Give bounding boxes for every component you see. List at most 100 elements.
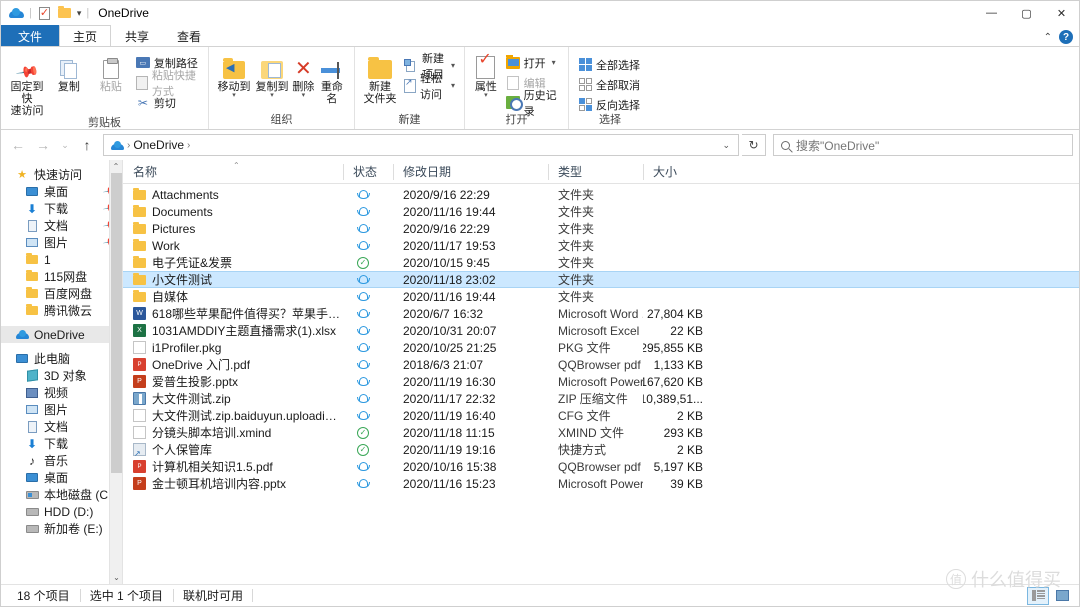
column-header-date[interactable]: 修改日期	[393, 160, 548, 184]
recent-locations-button[interactable]: ⌄	[57, 134, 73, 156]
new-item-caret-icon[interactable]: ▾	[451, 61, 455, 70]
table-row[interactable]: Documents 2020/11/16 19:44 文件夹	[123, 203, 1079, 220]
sidebar-item-baidu-netdisk[interactable]: 百度网盘	[1, 285, 122, 302]
invert-selection-button[interactable]: 反向选择	[575, 96, 643, 113]
new-folder-button[interactable]: 新建 文件夹	[361, 51, 399, 105]
table-row[interactable]: 分镜头脚本培训.xmind ✓ 2020/11/18 11:15 XMIND 文…	[123, 424, 1079, 441]
file-type-cell: Microsoft Power...	[558, 374, 643, 389]
easy-access-caret-icon[interactable]: ▾	[451, 81, 455, 90]
breadcrumb-separator-2[interactable]: ›	[187, 140, 190, 151]
up-button[interactable]: ↑	[76, 134, 98, 156]
history-button[interactable]: 历史记录	[503, 90, 562, 118]
delete-button[interactable]: ✕ 删除 ▾	[291, 51, 316, 99]
file-name-cell: Attachments	[123, 186, 343, 203]
minimize-button[interactable]: —	[974, 1, 1009, 25]
file-size-cell: 27,804 KB	[646, 306, 703, 321]
table-row[interactable]: Pictures 2020/9/16 22:29 文件夹	[123, 220, 1079, 237]
sidebar-item-documents-pc[interactable]: 文档	[1, 418, 122, 435]
tab-file[interactable]: 文件	[1, 25, 60, 46]
customize-caret-icon[interactable]: ▾	[77, 8, 82, 19]
copy-button[interactable]: 复制	[49, 51, 89, 93]
sidebar-item-desktop-pc[interactable]: 桌面	[1, 469, 122, 486]
paste-shortcut-button[interactable]: 粘贴快捷方式	[133, 70, 202, 98]
copy-to-button[interactable]: 复制到 ▾	[253, 51, 291, 99]
easy-access-button[interactable]: 轻松访问 ▾	[401, 73, 458, 101]
table-row[interactable]: i1Profiler.pkg 2020/10/25 21:25 PKG 文件 2…	[123, 339, 1079, 356]
table-row[interactable]: P 金士顿耳机培训内容.pptx 2020/11/16 15:23 Micros…	[123, 475, 1079, 492]
tab-home[interactable]: 主页	[59, 25, 112, 46]
sidebar-item-onedrive[interactable]: OneDrive	[1, 326, 122, 343]
select-none-button[interactable]: 全部取消	[575, 76, 643, 93]
sidebar-item-this-pc[interactable]: 此电脑	[1, 350, 122, 367]
cut-button[interactable]: ✂ 剪切	[133, 94, 202, 111]
pin-to-quick-access-button[interactable]: 📌 固定到快 速访问	[7, 51, 47, 117]
open-caret-icon[interactable]: ▾	[552, 58, 556, 67]
large-icons-view-button[interactable]	[1051, 587, 1073, 605]
sidebar-item-desktop[interactable]: 桌面 📌	[1, 183, 122, 200]
properties-caret-icon[interactable]: ▾	[484, 92, 488, 99]
sidebar-item-documents[interactable]: 文档 📌	[1, 217, 122, 234]
breadcrumb[interactable]: › OneDrive › ⌄	[103, 134, 739, 156]
table-row[interactable]: 小文件测试 2020/11/18 23:02 文件夹	[123, 271, 1079, 288]
file-name: 618哪些苹果配件值得买？苹果手机配件...	[152, 307, 343, 321]
delete-caret-icon[interactable]: ▾	[302, 92, 306, 99]
search-box[interactable]: 搜索"OneDrive"	[773, 134, 1073, 156]
back-button[interactable]: ←	[7, 134, 29, 156]
breadcrumb-item-onedrive[interactable]: OneDrive	[133, 138, 184, 152]
table-row[interactable]: Work 2020/11/17 19:53 文件夹	[123, 237, 1079, 254]
rename-button[interactable]: 重命名	[316, 51, 348, 105]
table-row[interactable]: P OneDrive 入门.pdf 2018/6/3 21:07 QQBrows…	[123, 356, 1079, 373]
table-row[interactable]: 电子凭证&发票 ✓ 2020/10/15 9:45 文件夹	[123, 254, 1079, 271]
table-row[interactable]: 自媒体 2020/11/16 19:44 文件夹	[123, 288, 1079, 305]
column-header-name[interactable]: 名称 ⌃	[123, 160, 343, 184]
sidebar-item-pictures[interactable]: 图片 📌	[1, 234, 122, 251]
sidebar-item-quick-access[interactable]: ★ 快速访问	[1, 166, 122, 183]
paste-button[interactable]: 粘贴	[91, 51, 131, 93]
table-row[interactable]: Attachments 2020/9/16 22:29 文件夹	[123, 186, 1079, 203]
sidebar-item-3d-objects[interactable]: 3D 对象	[1, 367, 122, 384]
move-to-caret-icon[interactable]: ▾	[232, 92, 236, 99]
table-row[interactable]: 大文件测试.zip 2020/11/17 22:32 ZIP 压缩文件 10,3…	[123, 390, 1079, 407]
column-header-size[interactable]: 大小	[643, 160, 713, 184]
table-row[interactable]: 大文件测试.zip.baiduyun.uploading.cfg 2020/11…	[123, 407, 1079, 424]
table-row[interactable]: 个人保管库 ✓ 2020/11/19 19:16 快捷方式 2 KB	[123, 441, 1079, 458]
sidebar-item-downloads-pc[interactable]: ⬇ 下载	[1, 435, 122, 452]
select-all-button[interactable]: 全部选择	[575, 56, 643, 73]
sidebar-item-videos[interactable]: 视频	[1, 384, 122, 401]
scroll-down-icon[interactable]: ⌄	[110, 571, 122, 584]
sidebar-item-music[interactable]: ♪ 音乐	[1, 452, 122, 469]
table-row[interactable]: X 1031AMDDIY主题直播需求(1).xlsx 2020/10/31 20…	[123, 322, 1079, 339]
scroll-up-icon[interactable]: ⌃	[110, 160, 122, 173]
new-folder-icon[interactable]	[57, 6, 72, 21]
sidebar-item-tencent-weiyun[interactable]: 腾讯微云	[1, 302, 122, 319]
sidebar-scroll-thumb[interactable]	[111, 173, 122, 473]
refresh-button[interactable]: ↻	[742, 134, 766, 156]
properties-icon[interactable]	[37, 6, 52, 21]
details-view-button[interactable]	[1027, 586, 1049, 605]
sidebar-item-115wangpan[interactable]: 115网盘	[1, 268, 122, 285]
sidebar-item-hdd-d[interactable]: HDD (D:)	[1, 503, 122, 520]
collapse-ribbon-icon[interactable]: ⌃	[1044, 32, 1052, 43]
sidebar-item-local-disk-c[interactable]: 本地磁盘 (C:)	[1, 486, 122, 503]
column-header-type[interactable]: 类型	[548, 160, 643, 184]
forward-button[interactable]: →	[32, 134, 54, 156]
sidebar-item-1[interactable]: 1	[1, 251, 122, 268]
sidebar-item-downloads[interactable]: ⬇ 下载 📌	[1, 200, 122, 217]
table-row[interactable]: P 计算机相关知识1.5.pdf 2020/10/16 15:38 QQBrow…	[123, 458, 1079, 475]
sidebar-item-new-volume-e[interactable]: 新加卷 (E:)	[1, 520, 122, 537]
tab-view[interactable]: 查看	[163, 25, 215, 46]
breadcrumb-dropdown-icon[interactable]: ⌄	[718, 140, 734, 151]
column-header-status[interactable]: 状态	[343, 160, 393, 184]
maximize-button[interactable]: ▢	[1009, 1, 1044, 25]
tab-share[interactable]: 共享	[111, 25, 163, 46]
open-button[interactable]: 打开 ▾	[503, 54, 562, 71]
table-row[interactable]: P 爱普生投影.pptx 2020/11/19 16:30 Microsoft …	[123, 373, 1079, 390]
close-button[interactable]: ✕	[1044, 1, 1079, 25]
properties-button[interactable]: 属性 ▾	[471, 51, 501, 99]
copy-to-caret-icon[interactable]: ▾	[270, 92, 274, 99]
table-row[interactable]: W 618哪些苹果配件值得买？苹果手机配件... 2020/6/7 16:32 …	[123, 305, 1079, 322]
help-icon[interactable]: ?	[1059, 30, 1073, 44]
sidebar-scrollbar[interactable]: ⌃ ⌄	[109, 160, 122, 584]
move-to-button[interactable]: 移动到 ▾	[215, 51, 253, 99]
sidebar-item-pictures-pc[interactable]: 图片	[1, 401, 122, 418]
